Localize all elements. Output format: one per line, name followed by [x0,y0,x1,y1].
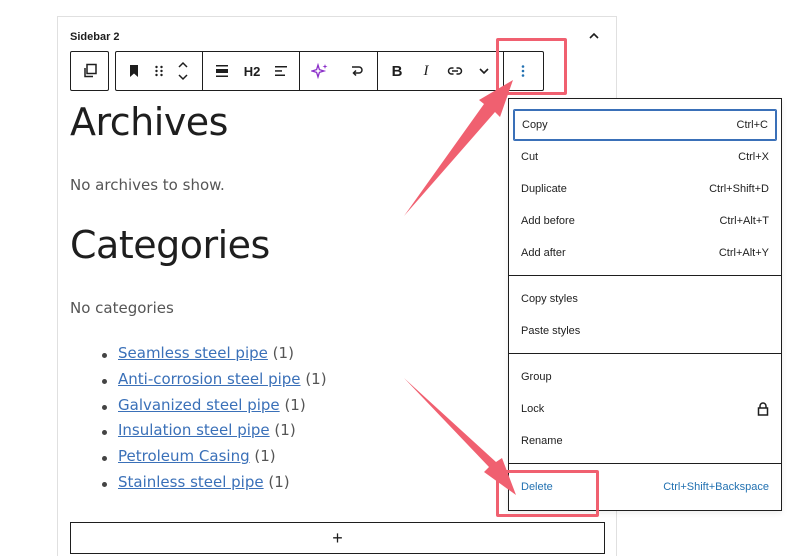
bold-label: B [391,62,403,80]
italic-button[interactable]: I [413,51,439,91]
menu-item-copy-styles[interactable]: Copy styles [513,283,777,315]
menu-item-duplicate[interactable]: Duplicate Ctrl+Shift+D [513,173,777,205]
menu-item-label: Duplicate [521,183,567,195]
menu-item-label: Add before [521,215,575,227]
ai-assist-button[interactable] [305,51,335,91]
menu-item-paste-styles[interactable]: Paste styles [513,315,777,347]
toolbar-separator [377,51,378,91]
add-block-button[interactable]: + [70,522,605,554]
archives-empty-text: No archives to show. [70,176,225,194]
block-transform-button[interactable] [70,51,109,91]
more-formatting-button[interactable] [472,51,496,91]
drag-handle-icon [155,65,163,77]
category-link[interactable]: Anti-corrosion steel pipe [118,370,301,388]
list-item: Seamless steel pipe (1) [102,344,327,370]
menu-item-shortcut: Ctrl+Shift+Backspace [663,481,769,493]
category-list: Seamless steel pipe (1) Anti-corrosion s… [102,344,327,499]
menu-item-copy[interactable]: Copy Ctrl+C [513,109,777,141]
archives-heading[interactable]: Archives [70,100,228,144]
category-link[interactable]: Insulation steel pipe [118,421,270,439]
transform-button[interactable] [343,51,371,91]
category-link[interactable]: Seamless steel pipe [118,344,268,362]
move-up-down-icon [178,61,188,81]
align-button[interactable] [208,51,236,91]
menu-item-label: Copy [522,119,548,131]
drag-handle[interactable] [148,51,170,91]
align-wide-icon [216,65,228,77]
category-count: (1) [268,472,290,491]
menu-item-shortcut: Ctrl+Alt+T [719,215,769,227]
category-count: (1) [284,395,306,414]
sparkle-icon [311,63,328,79]
bookmark-icon [130,65,138,77]
menu-divider [509,275,781,276]
category-count: (1) [305,369,327,388]
lock-icon [757,402,769,416]
menu-item-label: Cut [521,151,539,163]
text-align-left-icon [275,66,287,76]
list-item: Stainless steel pipe (1) [102,473,327,499]
menu-item-shortcut: Ctrl+X [738,151,769,163]
menu-divider [509,353,781,354]
bold-button[interactable]: B [384,51,410,91]
category-link[interactable]: Stainless steel pipe [118,473,264,491]
bookmark-button[interactable] [120,51,148,91]
menu-item-shortcut: Ctrl+C [736,119,768,131]
menu-item-cut[interactable]: Cut Ctrl+X [513,141,777,173]
link-button[interactable] [442,51,468,91]
heading-level-label: H2 [243,63,261,79]
menu-item-rename[interactable]: Rename [513,425,777,457]
heading-level-button[interactable]: H2 [238,51,266,91]
menu-item-label: Rename [521,435,563,447]
menu-item-shortcut: Ctrl+Shift+D [709,183,769,195]
italic-label: I [423,62,429,79]
category-link[interactable]: Galvanized steel pipe [118,396,280,414]
panel-title: Sidebar 2 [70,31,120,43]
categories-empty-text: No categories [70,299,174,317]
category-count: (1) [272,344,294,362]
list-item: Insulation steel pipe (1) [102,421,327,447]
list-item: Galvanized steel pipe (1) [102,396,327,422]
move-up-down-buttons[interactable] [172,51,194,91]
menu-item-lock[interactable]: Lock [513,393,777,425]
highlight-box-options [496,38,567,95]
categories-heading[interactable]: Categories [70,223,270,267]
category-count: (1) [254,447,276,466]
menu-item-add-after[interactable]: Add after Ctrl+Alt+Y [513,237,777,269]
chevron-down-icon [479,68,489,75]
menu-item-label: Add after [521,247,566,259]
toolbar-separator [299,51,300,91]
category-count: (1) [274,421,296,440]
category-link[interactable]: Petroleum Casing [118,447,250,465]
menu-item-shortcut: Ctrl+Alt+Y [718,247,769,259]
list-item: Petroleum Casing (1) [102,447,327,473]
menu-item-label: Paste styles [521,325,581,337]
chevron-up-icon[interactable] [586,28,602,44]
plus-icon: + [332,527,343,548]
menu-item-label: Group [521,371,552,383]
highlight-box-delete [496,470,599,517]
link-icon [447,67,463,75]
menu-item-add-before[interactable]: Add before Ctrl+Alt+T [513,205,777,237]
copy-block-icon [83,63,97,78]
menu-divider [509,463,781,464]
list-item: Anti-corrosion steel pipe (1) [102,370,327,396]
loop-arrow-icon [352,66,363,77]
menu-item-label: Lock [521,403,545,415]
text-align-button[interactable] [268,51,294,91]
toolbar-separator [202,51,203,91]
menu-item-group[interactable]: Group [513,361,777,393]
menu-item-label: Copy styles [521,293,578,305]
